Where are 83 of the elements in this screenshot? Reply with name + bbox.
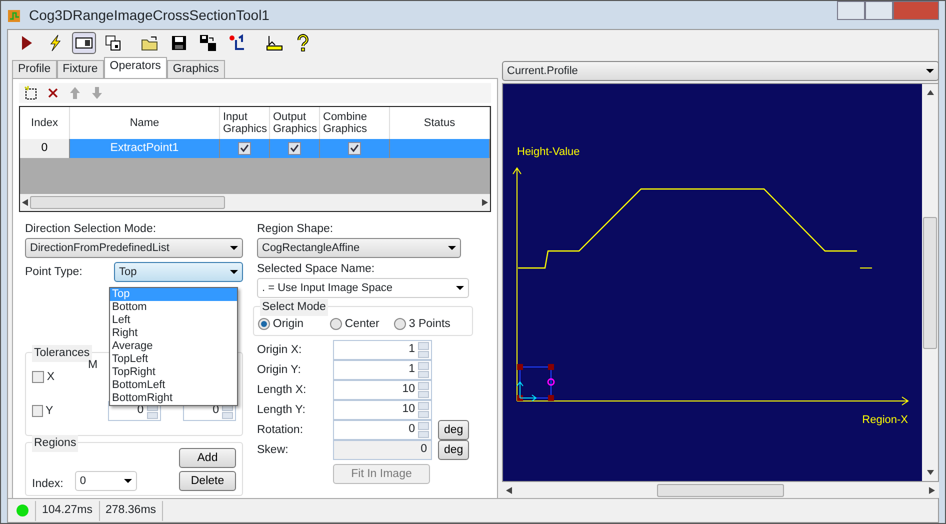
scrollbar-thumb[interactable] [30, 196, 225, 209]
radio-button[interactable] [394, 318, 406, 330]
field-label: Skew: [257, 443, 290, 457]
tab[interactable]: Graphics [166, 60, 225, 78]
axis-label: Height-Value [517, 146, 580, 158]
field-label: Direction Selection Mode: [25, 222, 158, 236]
field-label: Origin Y: [257, 363, 302, 377]
save-icon [170, 34, 188, 52]
axis-label: Region-X [862, 414, 908, 426]
windows-icon [104, 34, 122, 52]
folder-icon [141, 34, 159, 52]
status-text: 278.36ms [100, 500, 164, 520]
panel-button[interactable] [72, 32, 96, 54]
field-label: Region Shape: [257, 222, 334, 236]
radio-label: Origin [272, 317, 304, 331]
arrow-up-icon [67, 85, 83, 101]
reset-icon [228, 34, 246, 52]
radio-button[interactable] [258, 318, 270, 330]
field-label: Rotation: [257, 423, 304, 437]
delete-button[interactable]: Delete [179, 470, 236, 491]
view-selector[interactable]: Current.Profile [502, 61, 939, 81]
checkbox-label: Y [46, 404, 54, 418]
group-title: Select Mode [260, 299, 328, 316]
scroll-left-icon[interactable] [22, 199, 28, 206]
window-title: Cog3DRangeImageCrossSectionTool1 [29, 6, 270, 25]
new-button[interactable] [23, 85, 39, 101]
dropdown-option[interactable]: BottomLeft [110, 379, 237, 392]
checkbox[interactable] [348, 142, 361, 155]
field-label: Selected Space Name: [257, 262, 376, 276]
dropdown-option[interactable]: Bottom [110, 301, 237, 314]
region-shape-dropdown[interactable]: CogRectangleAffine [257, 238, 461, 258]
checkbox[interactable] [32, 405, 43, 417]
checkbox[interactable] [238, 142, 251, 155]
checkbox[interactable] [288, 142, 301, 155]
space-name-dropdown[interactable]: . = Use Input Image Space [257, 278, 469, 298]
app-icon [7, 7, 23, 23]
arrow-down-icon [89, 85, 105, 101]
index-dropdown[interactable]: 0 [74, 470, 137, 491]
unit-button[interactable]: deg [438, 420, 470, 440]
dropdown-option[interactable]: Left [110, 314, 237, 327]
scrollbar-thumb[interactable] [923, 216, 937, 348]
group-title: Regions [32, 435, 78, 452]
dropdown-option[interactable]: Average [110, 340, 237, 353]
maximize-button[interactable] [865, 1, 893, 20]
unit-button[interactable]: deg [438, 440, 470, 460]
point-type-dropdown[interactable]: Top [114, 262, 243, 282]
number-field[interactable]: 10 [333, 380, 432, 400]
radio-button[interactable] [330, 318, 342, 330]
ruler-icon [265, 34, 283, 52]
radio-label: 3 Points [408, 317, 450, 331]
scroll-down-icon[interactable] [926, 470, 934, 475]
checkbox-label: X [46, 370, 55, 384]
status-text: 104.27ms [36, 500, 100, 520]
tab[interactable]: Fixture [56, 60, 104, 78]
dropdown-option[interactable]: Right [110, 327, 237, 340]
direction-mode-dropdown[interactable]: DirectionFromPredefinedList [25, 238, 243, 258]
minimize-button[interactable] [837, 1, 865, 20]
number-field[interactable]: 1 [333, 340, 432, 360]
number-field: 0 [333, 440, 432, 460]
table-cell: 0 [20, 139, 70, 158]
dropdown-option[interactable]: TopLeft [110, 353, 237, 366]
field-label: Length X: [257, 383, 308, 397]
field-label: Index: [32, 476, 64, 491]
number-field[interactable]: 1 [333, 360, 432, 380]
add-button[interactable]: Add [179, 448, 236, 468]
scrollbar-thumb[interactable] [657, 484, 784, 496]
scroll-left-icon[interactable] [506, 486, 512, 494]
number-field[interactable]: 10 [333, 400, 432, 420]
save-copy-icon [199, 34, 217, 52]
checkbox[interactable] [32, 371, 44, 383]
new-icon [23, 85, 39, 101]
number-field[interactable]: 0 [333, 420, 432, 440]
field-label: Origin X: [257, 343, 303, 357]
region-rectangle [516, 364, 555, 402]
field-label: Point Type: [25, 265, 82, 279]
scroll-right-icon[interactable] [929, 486, 935, 494]
scroll-up-icon[interactable] [926, 90, 934, 95]
field-label: Length Y: [257, 403, 306, 417]
tab[interactable]: Operators [104, 57, 167, 78]
tab[interactable]: Profile [12, 60, 57, 78]
dropdown-option[interactable]: TopRight [110, 366, 237, 379]
radio-label: Center [344, 317, 380, 331]
scroll-right-icon[interactable] [482, 199, 488, 206]
